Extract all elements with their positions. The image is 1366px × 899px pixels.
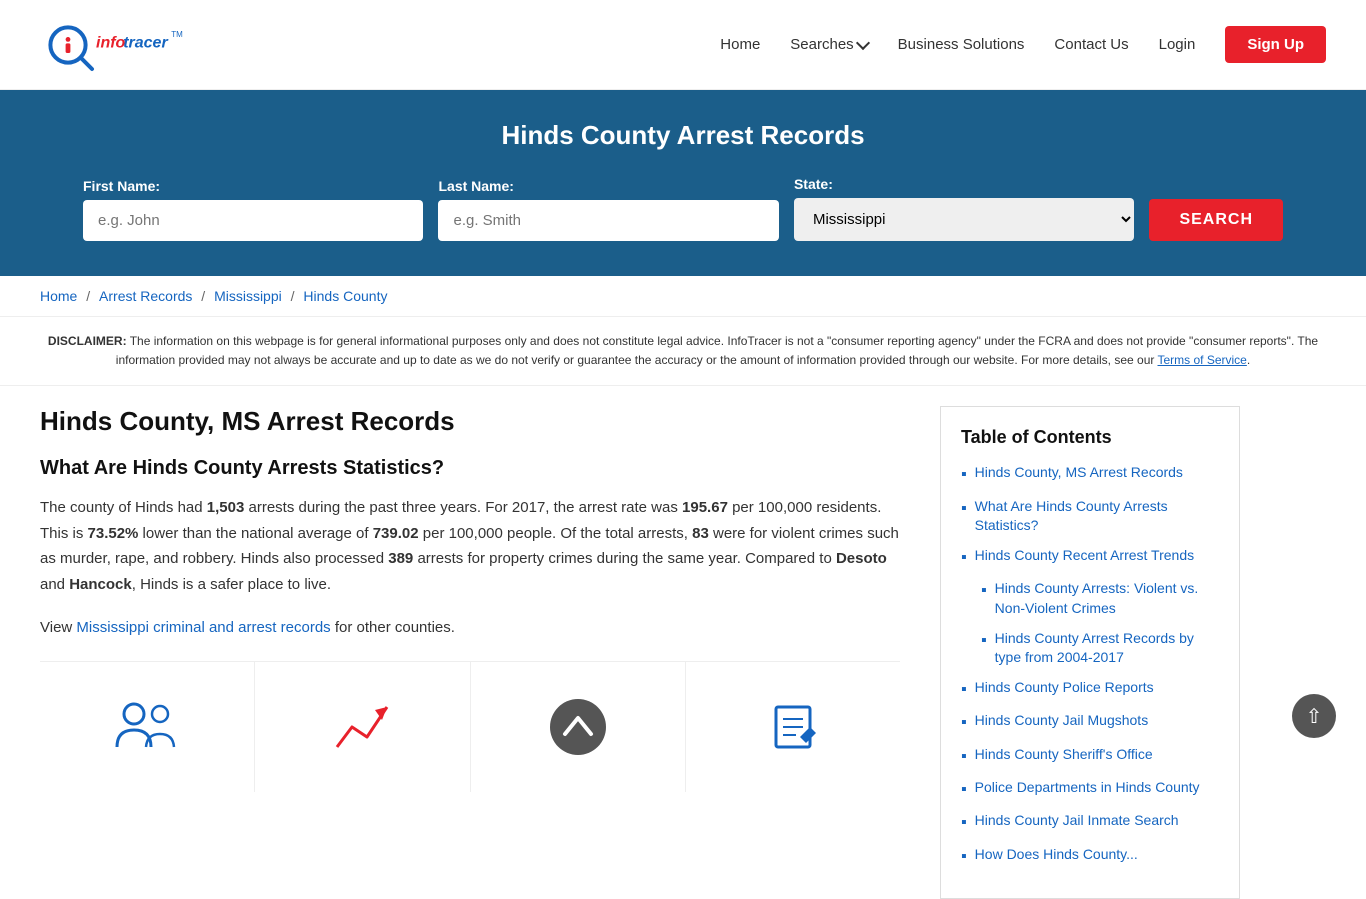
article-main-heading: Hinds County, MS Arrest Records [40,406,900,437]
toc-item-2: Hinds County Recent Arrest Trends [961,546,1219,569]
article-paragraph-1: The county of Hinds had 1,503 arrests du… [40,495,900,597]
stat-national: 739.02 [373,525,419,542]
toc-link-8[interactable]: Police Departments in Hinds County [975,778,1200,798]
toc-box: Table of Contents Hinds County, MS Arres… [940,406,1240,899]
ms-records-link[interactable]: Mississippi criminal and arrest records [76,619,330,636]
state-label: State: [794,176,1134,192]
stat-icon-3 [471,662,686,792]
stats-icons-row [40,661,900,792]
toc-heading: Table of Contents [961,427,1219,448]
svg-text:info: info [96,34,126,51]
toc-list: Hinds County, MS Arrest Records What Are … [961,463,1219,868]
disclaimer-bar: DISCLAIMER: The information on this webp… [0,317,1366,386]
stat-lower: 73.52% [88,525,139,542]
nav-contact-us[interactable]: Contact Us [1054,36,1128,53]
logo[interactable]: info tracer TM [40,15,200,75]
first-name-group: First Name: [83,178,423,241]
toc-item-4: Hinds County Arrest Records by type from… [961,629,1219,668]
toc-link-10[interactable]: How Does Hinds County... [975,845,1138,865]
breadcrumb-sep-1: / [86,288,94,304]
stat-icon-2 [255,662,470,792]
toc-link-4[interactable]: Hinds County Arrest Records by type from… [995,629,1219,668]
toc-item-1: What Are Hinds County Arrests Statistics… [961,497,1219,536]
toc-link-7[interactable]: Hinds County Sheriff's Office [975,745,1153,765]
state-group: State: AlabamaAlaskaArizonaArkansasCalif… [794,176,1134,241]
county-hancock: Hancock [69,576,132,593]
toc-item-0: Hinds County, MS Arrest Records [961,463,1219,486]
toc-item-6: Hinds County Jail Mugshots [961,711,1219,734]
first-name-label: First Name: [83,178,423,194]
toc-item-8: Police Departments in Hinds County [961,778,1219,801]
disclaimer-text: The information on this webpage is for g… [116,334,1318,367]
toc-item-5: Hinds County Police Reports [961,678,1219,701]
search-banner: Hinds County Arrest Records First Name: … [0,90,1366,276]
breadcrumb-home[interactable]: Home [40,288,77,304]
article-view-text: View Mississippi criminal and arrest rec… [40,615,900,641]
nav-business-solutions[interactable]: Business Solutions [898,36,1025,53]
last-name-label: Last Name: [438,178,778,194]
scroll-to-top-button[interactable]: ⇧ [1292,694,1336,738]
toc-link-0[interactable]: Hinds County, MS Arrest Records [975,463,1183,483]
toc-link-2[interactable]: Hinds County Recent Arrest Trends [975,546,1194,566]
article-stats-heading: What Are Hinds County Arrests Statistics… [40,457,900,480]
toc-item-10: How Does Hinds County... [961,845,1219,868]
stat-violent: 83 [692,525,709,542]
view-prefix: View [40,619,76,636]
toc-item-3: Hinds County Arrests: Violent vs. Non-Vi… [961,579,1219,618]
sidebar: Table of Contents Hinds County, MS Arres… [940,406,1240,899]
last-name-input[interactable] [438,200,778,241]
main-nav: Home Searches Business Solutions Contact… [720,26,1326,63]
toc-link-9[interactable]: Hinds County Jail Inmate Search [975,811,1179,831]
toc-link-5[interactable]: Hinds County Police Reports [975,678,1154,698]
county-desoto: Desoto [836,550,887,567]
last-name-group: Last Name: [438,178,778,241]
breadcrumb-sep-3: / [291,288,299,304]
terms-of-service-link[interactable]: Terms of Service [1158,353,1247,367]
stat-property: 389 [388,550,413,567]
breadcrumb-mississippi[interactable]: Mississippi [214,288,282,304]
toc-item-9: Hinds County Jail Inmate Search [961,811,1219,834]
stat-icon-4 [686,662,900,792]
stat-icon-1 [40,662,255,792]
svg-text:TM: TM [171,30,183,39]
searches-label: Searches [790,36,853,53]
breadcrumb-sep-2: / [201,288,209,304]
main-content: Hinds County, MS Arrest Records What Are… [0,406,1366,899]
toc-item-7: Hinds County Sheriff's Office [961,745,1219,768]
article: Hinds County, MS Arrest Records What Are… [40,406,940,899]
signup-button[interactable]: Sign Up [1225,26,1326,63]
search-button[interactable]: SEARCH [1149,199,1283,241]
disclaimer-label: DISCLAIMER: [48,334,127,348]
nav-home[interactable]: Home [720,36,760,53]
first-name-input[interactable] [83,200,423,241]
toc-link-6[interactable]: Hinds County Jail Mugshots [975,711,1149,731]
view-suffix: for other counties. [331,619,455,636]
breadcrumb-arrest-records[interactable]: Arrest Records [99,288,192,304]
stat-arrests: 1,503 [207,499,245,516]
svg-text:tracer: tracer [123,34,168,51]
state-select[interactable]: AlabamaAlaskaArizonaArkansasCaliforniaCo… [794,198,1134,241]
searches-chevron-icon [856,36,870,50]
nav-searches[interactable]: Searches [790,36,867,53]
site-header: info tracer TM Home Searches Business So… [0,0,1366,90]
nav-login[interactable]: Login [1159,36,1196,53]
toc-link-3[interactable]: Hinds County Arrests: Violent vs. Non-Vi… [995,579,1219,618]
search-form: First Name: Last Name: State: AlabamaAla… [83,176,1283,241]
banner-title: Hinds County Arrest Records [40,120,1326,151]
breadcrumb-hinds-county[interactable]: Hinds County [303,288,387,304]
breadcrumb: Home / Arrest Records / Mississippi / Hi… [0,276,1366,317]
stat-rate: 195.67 [682,499,728,516]
toc-link-1[interactable]: What Are Hinds County Arrests Statistics… [975,497,1219,536]
